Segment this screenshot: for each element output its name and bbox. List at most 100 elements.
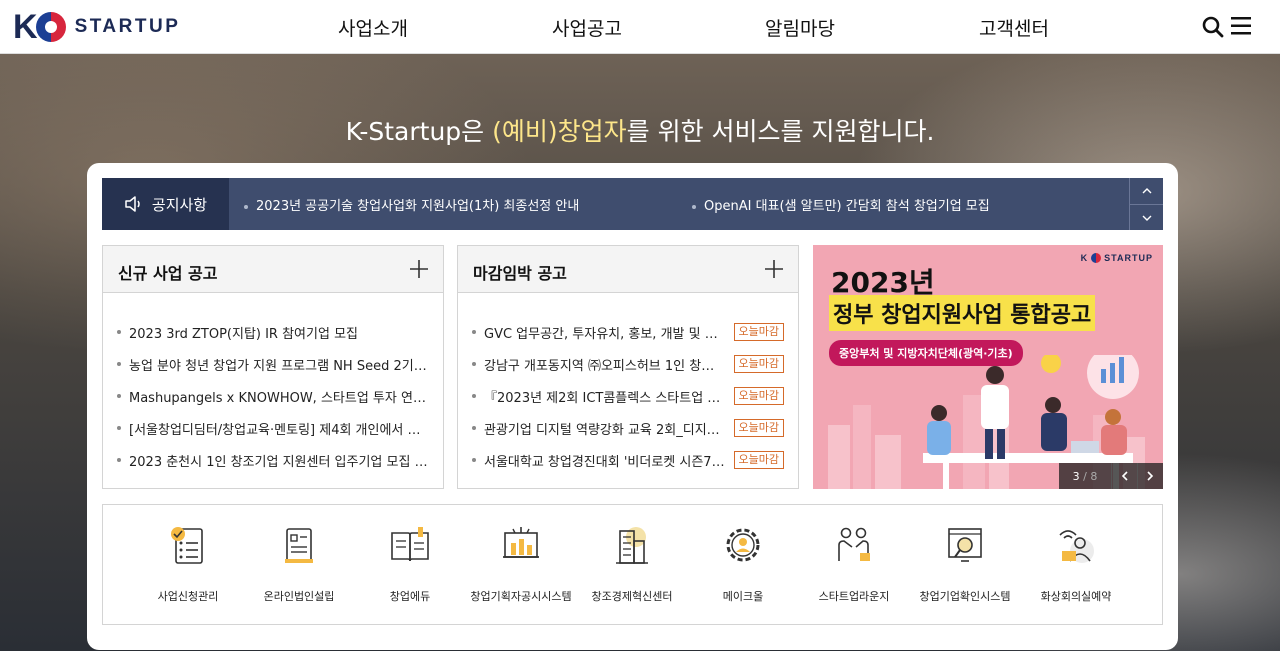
notice-item-text: OpenAI 대표(샘 알트만) 간담회 참석 창업기업 모집 (704, 199, 990, 214)
list-item[interactable]: 서울대학교 창업경진대회 '비더로켓 시즌7' 참가자 모집 오늘마감 (472, 444, 784, 476)
list-item-text: 농업 분야 청년 창업가 지원 프로그램 NH Seed 2기 참여기업 모집 (129, 358, 429, 374)
magnifier-screen-icon (948, 528, 982, 562)
banner-page-total: 8 (1090, 469, 1098, 483)
plus-icon[interactable] (764, 259, 784, 279)
plus-icon[interactable] (409, 259, 429, 279)
quick-item-label: 화상회의실예약 (1040, 590, 1112, 603)
document-form-icon (285, 528, 313, 563)
banner-prev-button[interactable] (1111, 463, 1137, 489)
checklist-icon (171, 527, 203, 564)
list-item[interactable]: 관광기업 디지털 역량강화 교육 2회_디지털 마케팅 오늘마감 (472, 412, 784, 444)
quick-item-label: 메이크올 (722, 590, 764, 603)
bullet-dot (117, 362, 121, 366)
panel-title: 신규 사업 공고 (118, 264, 218, 283)
chevron-right-icon (1147, 471, 1154, 481)
list-item-text: 관광기업 디지털 역량강화 교육 2회_디지털 마케팅 (484, 422, 726, 438)
bullet-dot (244, 204, 248, 209)
list-item-text: GVC 업무공간, 투자유치, 홍보, 개발 및 서버 지원 (484, 326, 726, 342)
banner-page-separator: / (1079, 469, 1091, 483)
notice-next-button[interactable] (1129, 204, 1163, 230)
headline-text-pre: K-Startup은 (345, 117, 493, 146)
list-item-text: Mashupangels x KNOWHOW, 스타트업 투자 연계 프로그램 … (129, 390, 429, 406)
quick-item-creative-economy-center[interactable]: 창조경제혁신센터 (577, 521, 687, 604)
speaker-icon (125, 196, 140, 212)
bullet-dot (117, 426, 121, 430)
quick-item-startup-edu[interactable]: 창업에듀 (355, 521, 465, 604)
deadline-badge: 오늘마감 (733, 387, 784, 405)
list-item[interactable]: GVC 업무공간, 투자유치, 홍보, 개발 및 서버 지원 오늘마감 (472, 316, 784, 348)
site-header: K STARTUP 사업소개 사업공고 알림마당 고객센터 (0, 0, 1280, 54)
quick-item-label: 온라인법인설립 (263, 590, 335, 603)
list-item-text: 2023 3rd ZTOP(지탑) IR 참여기업 모집 (129, 326, 358, 342)
quick-item-label: 창조경제혁신센터 (591, 590, 673, 603)
notice-arrows (1129, 178, 1163, 230)
quick-item-video-conference[interactable]: 화상회의실예약 (1021, 521, 1131, 604)
notice-label[interactable]: 공지사항 (102, 178, 229, 230)
promo-banner[interactable]: K STARTUP 2023년 정부 창업지원사업 통합공고 중앙부처 및 지방자… (813, 245, 1163, 489)
people-meeting-icon (838, 527, 870, 561)
bullet-dot (117, 394, 121, 398)
list-item-text: 『2023년 제2회 ICT콤플렉스 스타트업 투자 설명회』 (484, 390, 726, 406)
list-item[interactable]: 『2023년 제2회 ICT콤플렉스 스타트업 투자 설명회』 오늘마감 (472, 380, 784, 412)
deadline-badge: 오늘마감 (733, 323, 784, 341)
quick-item-makeall[interactable]: 메이크올 (688, 521, 798, 604)
nav-customer-center[interactable]: 고객센터 (979, 14, 1049, 41)
bullet-dot (472, 426, 476, 430)
list-item[interactable]: 2023 춘천시 1인 창조기업 지원센터 입주기업 모집 공고() (117, 444, 429, 476)
quick-item-label: 창업기업확인시스템 (919, 590, 1011, 603)
list-item[interactable]: [서울창업디딤터/창업교육·멘토링] 제4회 개인에서 법인 전환 교육 (117, 412, 429, 444)
deadline-badge: 오늘마감 (733, 451, 784, 469)
notice-item-text: 2023년 공공기술 창업사업화 지원사업(1차) 최종선정 안내 (256, 199, 580, 214)
quick-item-accelerator-disclosure[interactable]: 창업기획자공시시스템 (466, 521, 576, 604)
panel-title: 마감임박 공고 (473, 264, 567, 283)
deadline-announcements-list: GVC 업무공간, 투자유치, 홍보, 개발 및 서버 지원오늘마감 강남구 개… (472, 316, 784, 476)
banner-logo: K STARTUP (1081, 253, 1153, 263)
search-icon[interactable] (1202, 16, 1224, 38)
quick-item-online-incorporation[interactable]: 온라인법인설립 (244, 521, 354, 604)
quick-item-application-management[interactable]: 사업신청관리 (133, 521, 243, 604)
notice-item[interactable]: 2023년 공공기술 창업사업화 지원사업(1차) 최종선정 안내 (244, 195, 579, 214)
banner-page-current: 3 (1072, 469, 1080, 483)
banner-title: 정부 창업지원사업 통합공고 (829, 295, 1096, 331)
hero-headline: K-Startup은 (예비)창업자를 위한 서비스를 지원합니다. (0, 112, 1280, 148)
notice-item[interactable]: OpenAI 대표(샘 알트만) 간담회 참석 창업기업 모집 (692, 195, 990, 214)
k-startup-logo[interactable]: K STARTUP (13, 9, 180, 45)
notice-bar: 공지사항 2023년 공공기술 창업사업화 지원사업(1차) 최종선정 안내 O… (102, 178, 1163, 230)
new-announcements-list: 2023 3rd ZTOP(지탑) IR 참여기업 모집 농업 분야 청년 창업… (117, 316, 429, 476)
banner-controls: 3 / 8 (1059, 463, 1163, 489)
building-icon (616, 527, 648, 564)
hamburger-menu-icon[interactable] (1231, 16, 1251, 36)
nav-business-announcement[interactable]: 사업공고 (552, 14, 622, 41)
chevron-down-icon (1142, 215, 1151, 221)
banner-next-button[interactable] (1137, 463, 1163, 489)
quick-item-label: 창업에듀 (389, 590, 431, 603)
bullet-dot (117, 458, 121, 462)
quick-item-label: 사업신청관리 (157, 590, 219, 603)
list-item[interactable]: 2023 3rd ZTOP(지탑) IR 참여기업 모집 (117, 316, 429, 348)
panel-header: 마감임박 공고 (458, 246, 798, 293)
deadline-badge: 오늘마감 (733, 419, 784, 437)
deadline-announcements-panel: 마감임박 공고 GVC 업무공간, 투자유치, 홍보, 개발 및 서버 지원오늘… (457, 245, 799, 489)
quick-item-startup-lounge[interactable]: 스타트업라운지 (799, 521, 909, 604)
nav-notice-board[interactable]: 알림마당 (765, 14, 835, 41)
list-item-text: 2023 춘천시 1인 창조기업 지원센터 입주기업 모집 공고() (129, 454, 429, 470)
panel-header: 신규 사업 공고 (103, 246, 443, 293)
headline-highlight: (예비)창업자 (492, 117, 627, 146)
bullet-dot (472, 362, 476, 366)
deadline-badge: 오늘마감 (733, 355, 784, 373)
bullet-dot (472, 330, 476, 334)
quick-item-startup-confirmation[interactable]: 창업기업확인시스템 (910, 521, 1020, 604)
nav-business-intro[interactable]: 사업소개 (338, 14, 408, 41)
quick-menu: 사업신청관리 온라인법인설립 창업에듀 창업기획자공시시스템 창조경제혁신센터 … (102, 504, 1163, 625)
list-item[interactable]: 농업 분야 청년 창업가 지원 프로그램 NH Seed 2기 참여기업 모집 (117, 348, 429, 380)
headline-text-post: 를 위한 서비스를 지원합니다. (626, 117, 935, 146)
list-item-text: [서울창업디딤터/창업교육·멘토링] 제4회 개인에서 법인 전환 교육 (129, 422, 429, 438)
logo-taegeuk-icon (1091, 253, 1102, 263)
new-announcements-panel: 신규 사업 공고 2023 3rd ZTOP(지탑) IR 참여기업 모집 농업… (102, 245, 444, 489)
list-item[interactable]: Mashupangels x KNOWHOW, 스타트업 투자 연계 프로그램 … (117, 380, 429, 412)
quick-item-label: 창업기획자공시시스템 (470, 590, 572, 603)
notice-prev-button[interactable] (1129, 178, 1163, 204)
list-item[interactable]: 강남구 개포동지역 ㈜오피스허브 1인 창조기업 지원센터 오늘마감 (472, 348, 784, 380)
list-item-text: 강남구 개포동지역 ㈜오피스허브 1인 창조기업 지원센터 (484, 358, 726, 374)
video-call-icon (1059, 530, 1094, 563)
